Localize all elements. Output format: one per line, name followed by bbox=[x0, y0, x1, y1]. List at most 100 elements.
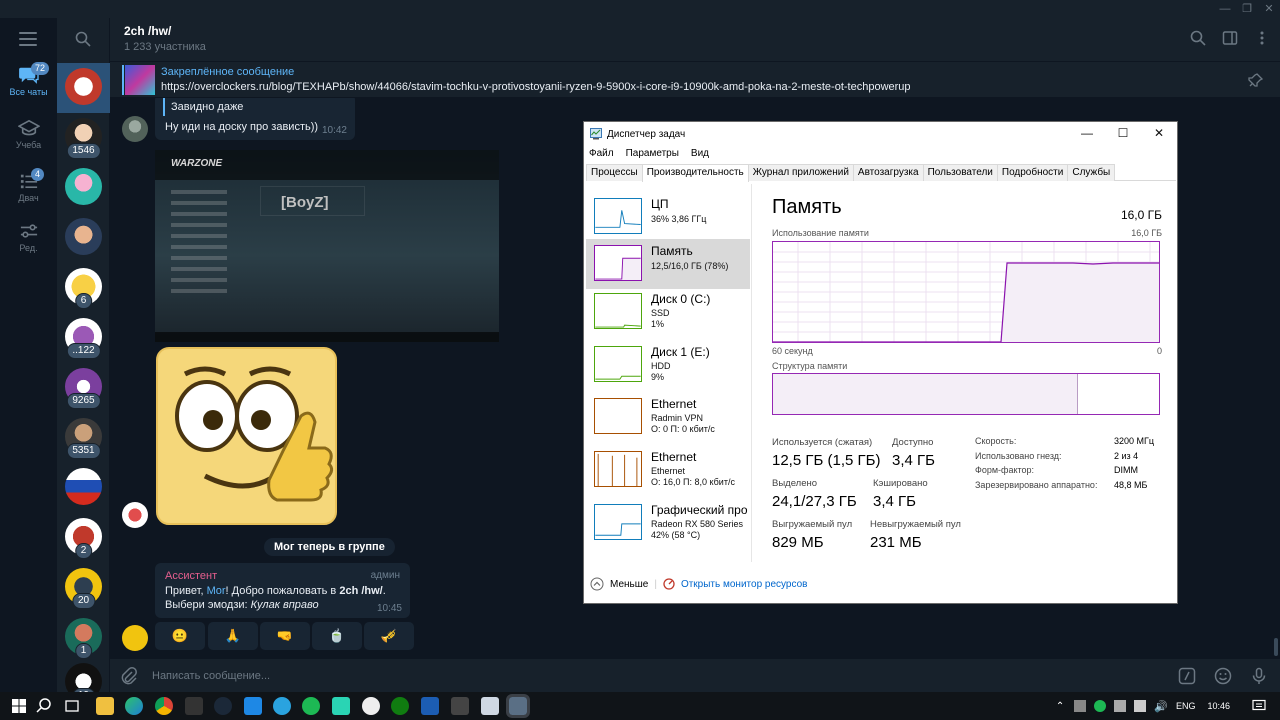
reply-quote[interactable]: Завидно даже bbox=[163, 98, 243, 116]
tab-users[interactable]: Пользователи bbox=[922, 164, 998, 181]
app-icon[interactable] bbox=[185, 697, 203, 715]
chevron-up-icon[interactable]: ⌃ bbox=[1056, 701, 1064, 712]
paperclip-icon[interactable] bbox=[120, 667, 138, 685]
chat-avatar[interactable] bbox=[65, 168, 102, 205]
sidebar-toggle-icon[interactable] bbox=[1222, 30, 1238, 46]
tm-maximize-button[interactable]: ☐ bbox=[1105, 122, 1141, 144]
emoji-choice-button[interactable]: 🍵 bbox=[312, 622, 362, 650]
spotify-tray-icon[interactable] bbox=[1094, 700, 1107, 712]
folder-edit[interactable]: Ред. bbox=[0, 222, 57, 253]
network-icon[interactable] bbox=[1134, 700, 1147, 712]
tray-icon[interactable] bbox=[1074, 700, 1087, 712]
chat-avatar[interactable]: 1 bbox=[65, 618, 102, 659]
app-icon[interactable] bbox=[362, 697, 380, 715]
tm-close-button[interactable]: ✕ bbox=[1141, 122, 1177, 144]
emoji-choice-button[interactable]: 🎺 bbox=[364, 622, 414, 650]
chrome-icon[interactable] bbox=[155, 697, 173, 715]
vpn-icon[interactable] bbox=[332, 697, 350, 715]
chat-avatar[interactable]: 1546 bbox=[65, 118, 102, 159]
tm-menu-view[interactable]: Вид bbox=[691, 148, 709, 159]
chat-avatar[interactable]: 9265 bbox=[65, 368, 102, 409]
resource-ethernet-radmin[interactable]: Ethernet Radmin VPN О: 0 П: 0 кбит/с bbox=[586, 392, 750, 442]
app-icon[interactable] bbox=[244, 697, 262, 715]
bot-avatar[interactable] bbox=[122, 625, 148, 651]
resource-ethernet[interactable]: Ethernet Ethernet О: 16,0 П: 8,0 кбит/с bbox=[586, 445, 750, 495]
telegram-icon[interactable] bbox=[273, 697, 291, 715]
minimize-button[interactable]: — bbox=[1214, 0, 1236, 18]
more-icon[interactable] bbox=[1254, 30, 1270, 46]
chat-header[interactable]: 2ch /hw/ 1 233 участника bbox=[110, 18, 1280, 62]
menu-icon[interactable] bbox=[19, 32, 37, 46]
thumbs-up-sticker[interactable] bbox=[155, 346, 338, 526]
bot-message-bubble[interactable]: Ассистент админ Привет, Mor! Добро пожал… bbox=[155, 563, 410, 618]
chat-avatar[interactable]: 20 bbox=[65, 568, 102, 609]
resource-cpu[interactable]: ЦП 36% 3,86 ГГц bbox=[586, 192, 750, 242]
fewer-details-button[interactable]: Меньше bbox=[610, 579, 648, 590]
tm-minimize-button[interactable]: — bbox=[1069, 122, 1105, 144]
chat-avatar[interactable] bbox=[65, 468, 102, 505]
tab-processes[interactable]: Процессы bbox=[586, 164, 643, 181]
resource-gpu[interactable]: Графический про Radeon RX 580 Series 42%… bbox=[586, 498, 750, 548]
tm-menu-options[interactable]: Параметры bbox=[626, 148, 679, 159]
bot-commands-icon[interactable] bbox=[1178, 667, 1196, 685]
clock[interactable]: 10:46 bbox=[1207, 701, 1230, 711]
tm-menu-file[interactable]: Файл bbox=[589, 148, 614, 159]
resource-disk-1[interactable]: Диск 1 (E:) HDD 9% bbox=[586, 340, 750, 390]
folder-study[interactable]: Учеба bbox=[0, 119, 57, 150]
app-icon[interactable] bbox=[481, 697, 499, 715]
user-mention[interactable]: Mor bbox=[207, 585, 226, 597]
app-icon[interactable] bbox=[421, 697, 439, 715]
emoji-choice-button[interactable]: 😐 bbox=[155, 622, 205, 650]
unpin-icon[interactable] bbox=[1248, 72, 1264, 88]
resource-disk-0[interactable]: Диск 0 (C:) SSD 1% bbox=[586, 287, 750, 337]
message-input[interactable] bbox=[152, 666, 1052, 686]
volume-icon[interactable]: 🔊 bbox=[1154, 700, 1168, 713]
tab-startup[interactable]: Автозагрузка bbox=[852, 164, 924, 181]
emoji-choice-button[interactable]: 🤜 bbox=[260, 622, 310, 650]
app-icon[interactable] bbox=[451, 697, 469, 715]
chat-avatar[interactable]: 6 bbox=[65, 268, 102, 309]
windows-start-icon[interactable] bbox=[10, 697, 28, 715]
chat-avatar[interactable]: 5351 bbox=[65, 418, 102, 459]
edge-icon[interactable] bbox=[125, 697, 143, 715]
message-bubble[interactable]: Завидно даже Ну иди на доску про зависть… bbox=[155, 98, 355, 140]
pinned-message[interactable]: Закреплённое сообщение https://overclock… bbox=[110, 62, 1280, 98]
chat-avatar[interactable]: ..122 bbox=[65, 318, 102, 359]
chat-avatar-2ch-hw[interactable] bbox=[65, 68, 102, 105]
game-screenshot-image[interactable]: WARZONE [BoyZ] bbox=[155, 150, 499, 342]
emoji-choice-button[interactable]: 🙏 bbox=[208, 622, 258, 650]
chevron-up-icon[interactable] bbox=[590, 577, 604, 591]
search-icon[interactable] bbox=[1190, 30, 1206, 46]
xbox-icon[interactable] bbox=[391, 697, 409, 715]
task-manager-window[interactable]: Диспетчер задач — ☐ ✕ Файл Параметры Вид… bbox=[583, 121, 1178, 604]
folder-dvach[interactable]: 4 Двач bbox=[0, 168, 57, 203]
sender-avatar[interactable] bbox=[122, 502, 148, 528]
file-explorer-icon[interactable] bbox=[96, 697, 114, 715]
steam-icon[interactable] bbox=[214, 697, 232, 715]
task-manager-taskbar-icon[interactable] bbox=[506, 694, 530, 718]
search-icon[interactable] bbox=[75, 31, 91, 47]
microphone-icon[interactable] bbox=[1250, 667, 1268, 685]
scrollbar[interactable] bbox=[1274, 638, 1278, 656]
emoji-icon[interactable] bbox=[1214, 667, 1232, 685]
close-button[interactable]: ✕ bbox=[1258, 0, 1280, 18]
tab-details[interactable]: Подробности bbox=[996, 164, 1069, 181]
spotify-icon[interactable] bbox=[302, 697, 320, 715]
folder-all-chats[interactable]: 72 Все чаты bbox=[0, 62, 57, 97]
resource-memory[interactable]: Память 12,5/16,0 ГБ (78%) bbox=[586, 239, 750, 289]
task-view-icon[interactable] bbox=[63, 697, 81, 715]
sender-avatar[interactable] bbox=[122, 116, 148, 142]
unread-badge: 20 bbox=[71, 593, 96, 609]
tray-icon[interactable] bbox=[1114, 700, 1127, 712]
chat-avatar[interactable]: 2 bbox=[65, 518, 102, 559]
open-resource-monitor-link[interactable]: Открыть монитор ресурсов bbox=[681, 579, 808, 590]
chat-avatar[interactable] bbox=[65, 218, 102, 255]
input-language[interactable]: ENG bbox=[1176, 701, 1196, 711]
tab-app-history[interactable]: Журнал приложений bbox=[747, 164, 854, 181]
search-icon[interactable] bbox=[35, 697, 53, 715]
maximize-button[interactable]: ❐ bbox=[1236, 0, 1258, 18]
notification-center-icon[interactable] bbox=[1252, 699, 1266, 713]
tab-services[interactable]: Службы bbox=[1067, 164, 1116, 181]
tab-performance[interactable]: Производительность bbox=[641, 164, 749, 182]
bot-name[interactable]: Ассистент bbox=[165, 570, 217, 582]
